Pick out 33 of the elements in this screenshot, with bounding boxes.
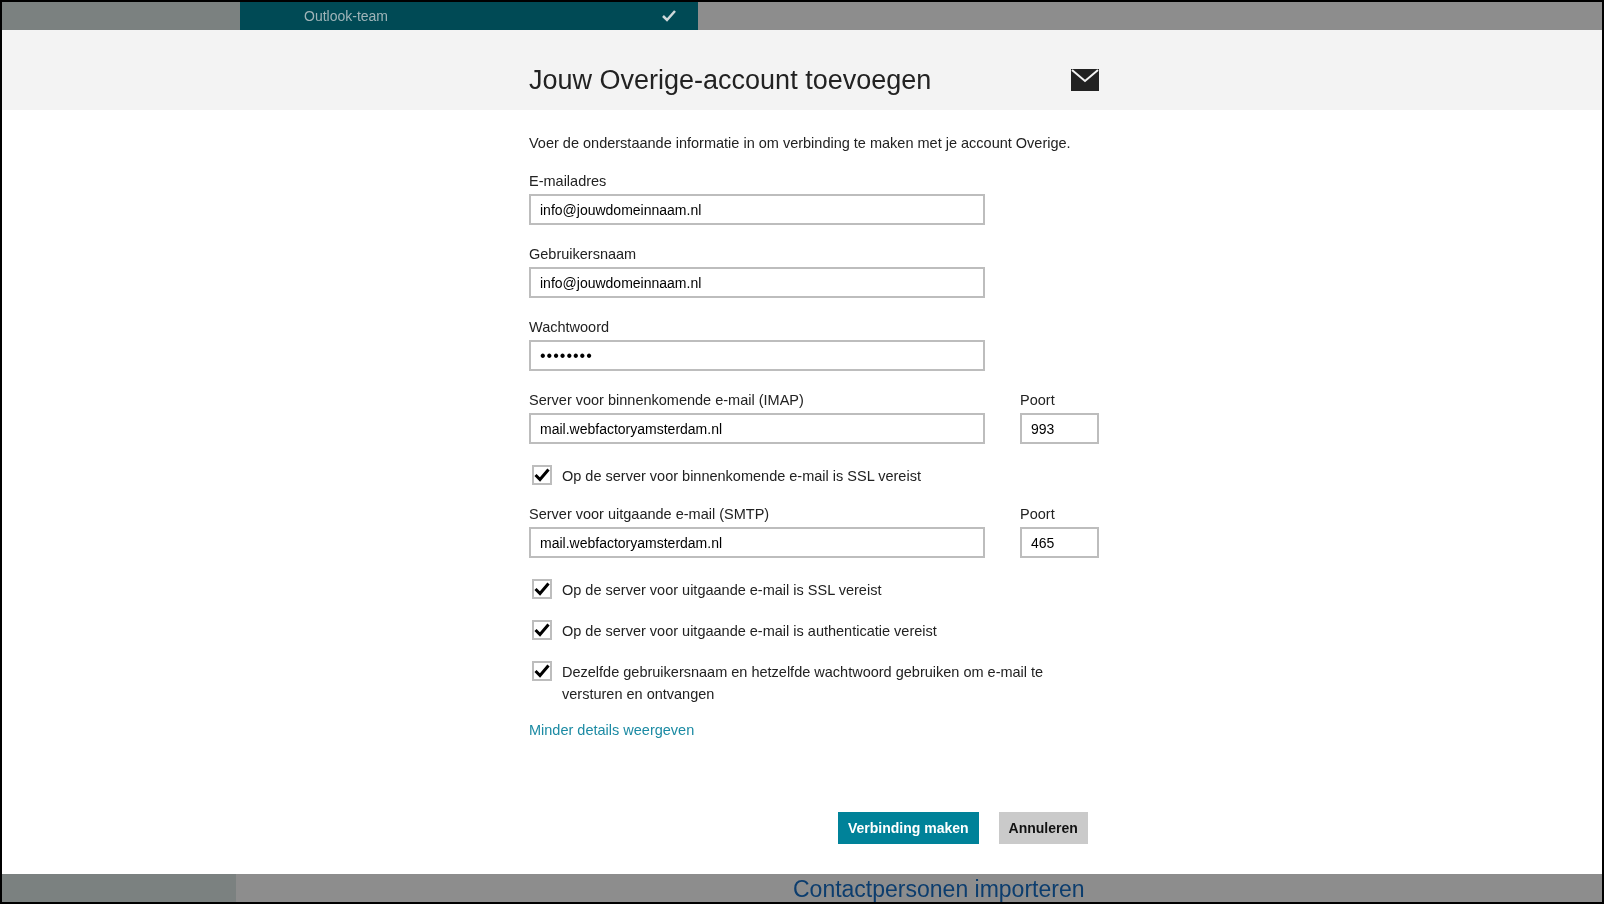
- text-field[interactable]: info@jouwdomeinnaam.nl: [529, 194, 985, 225]
- checkbox[interactable]: [532, 579, 552, 599]
- app-tile[interactable]: [698, 2, 1602, 30]
- port-field[interactable]: 993: [1020, 413, 1099, 444]
- cancel-button[interactable]: Annuleren: [998, 812, 1088, 844]
- app-tile[interactable]: [2, 874, 236, 902]
- checkbox-label: Op de server voor uitgaande e-mail is authenticatie vereist: [562, 622, 937, 641]
- account-tile[interactable]: Outlook-team: [240, 2, 698, 30]
- field-label: Server voor binnenkomende e-mail (IMAP): [529, 392, 805, 408]
- app-tile[interactable]: [236, 874, 700, 902]
- field-label: Wachtwoord: [529, 319, 611, 335]
- dialog-title: Jouw Overige-account toevoegen: [529, 64, 933, 96]
- server-field[interactable]: mail.webfactoryamsterdam.nl: [529, 527, 985, 558]
- intro-text: Voer de onderstaande informatie in om verbinding te maken met je account Overige.: [529, 135, 1072, 151]
- less-details-link[interactable]: Minder details weergeven: [529, 722, 695, 738]
- checkbox-label: Op de server voor uitgaande e-mail is SSL vereist: [562, 581, 882, 600]
- password-field[interactable]: ••••••••: [529, 340, 985, 371]
- text-field[interactable]: info@jouwdomeinnaam.nl: [529, 267, 985, 298]
- field-label: Poort: [1020, 392, 1056, 408]
- field-label: Poort: [1020, 506, 1056, 522]
- checkbox-label: Dezelfde gebruikersnaam en hetzelfde wachtwoord gebruiken om e-mail te versturen en ontvangen: [562, 663, 1045, 704]
- app-tile[interactable]: [2, 2, 240, 30]
- checkbox[interactable]: [532, 465, 552, 485]
- connect-button[interactable]: Verbinding maken: [838, 812, 979, 844]
- port-field[interactable]: 465: [1020, 527, 1099, 558]
- checkbox[interactable]: [532, 661, 552, 681]
- envelope-icon: [1071, 69, 1099, 91]
- field-label: Gebruikersnaam: [529, 246, 638, 262]
- checkbox[interactable]: [532, 620, 552, 640]
- field-label: Server voor uitgaande e-mail (SMTP): [529, 506, 771, 522]
- field-label: E-mailadres: [529, 173, 608, 189]
- server-field[interactable]: mail.webfactoryamsterdam.nl: [529, 413, 985, 444]
- checkbox-label: Op de server voor binnenkomende e-mail is SSL vereist: [562, 467, 921, 486]
